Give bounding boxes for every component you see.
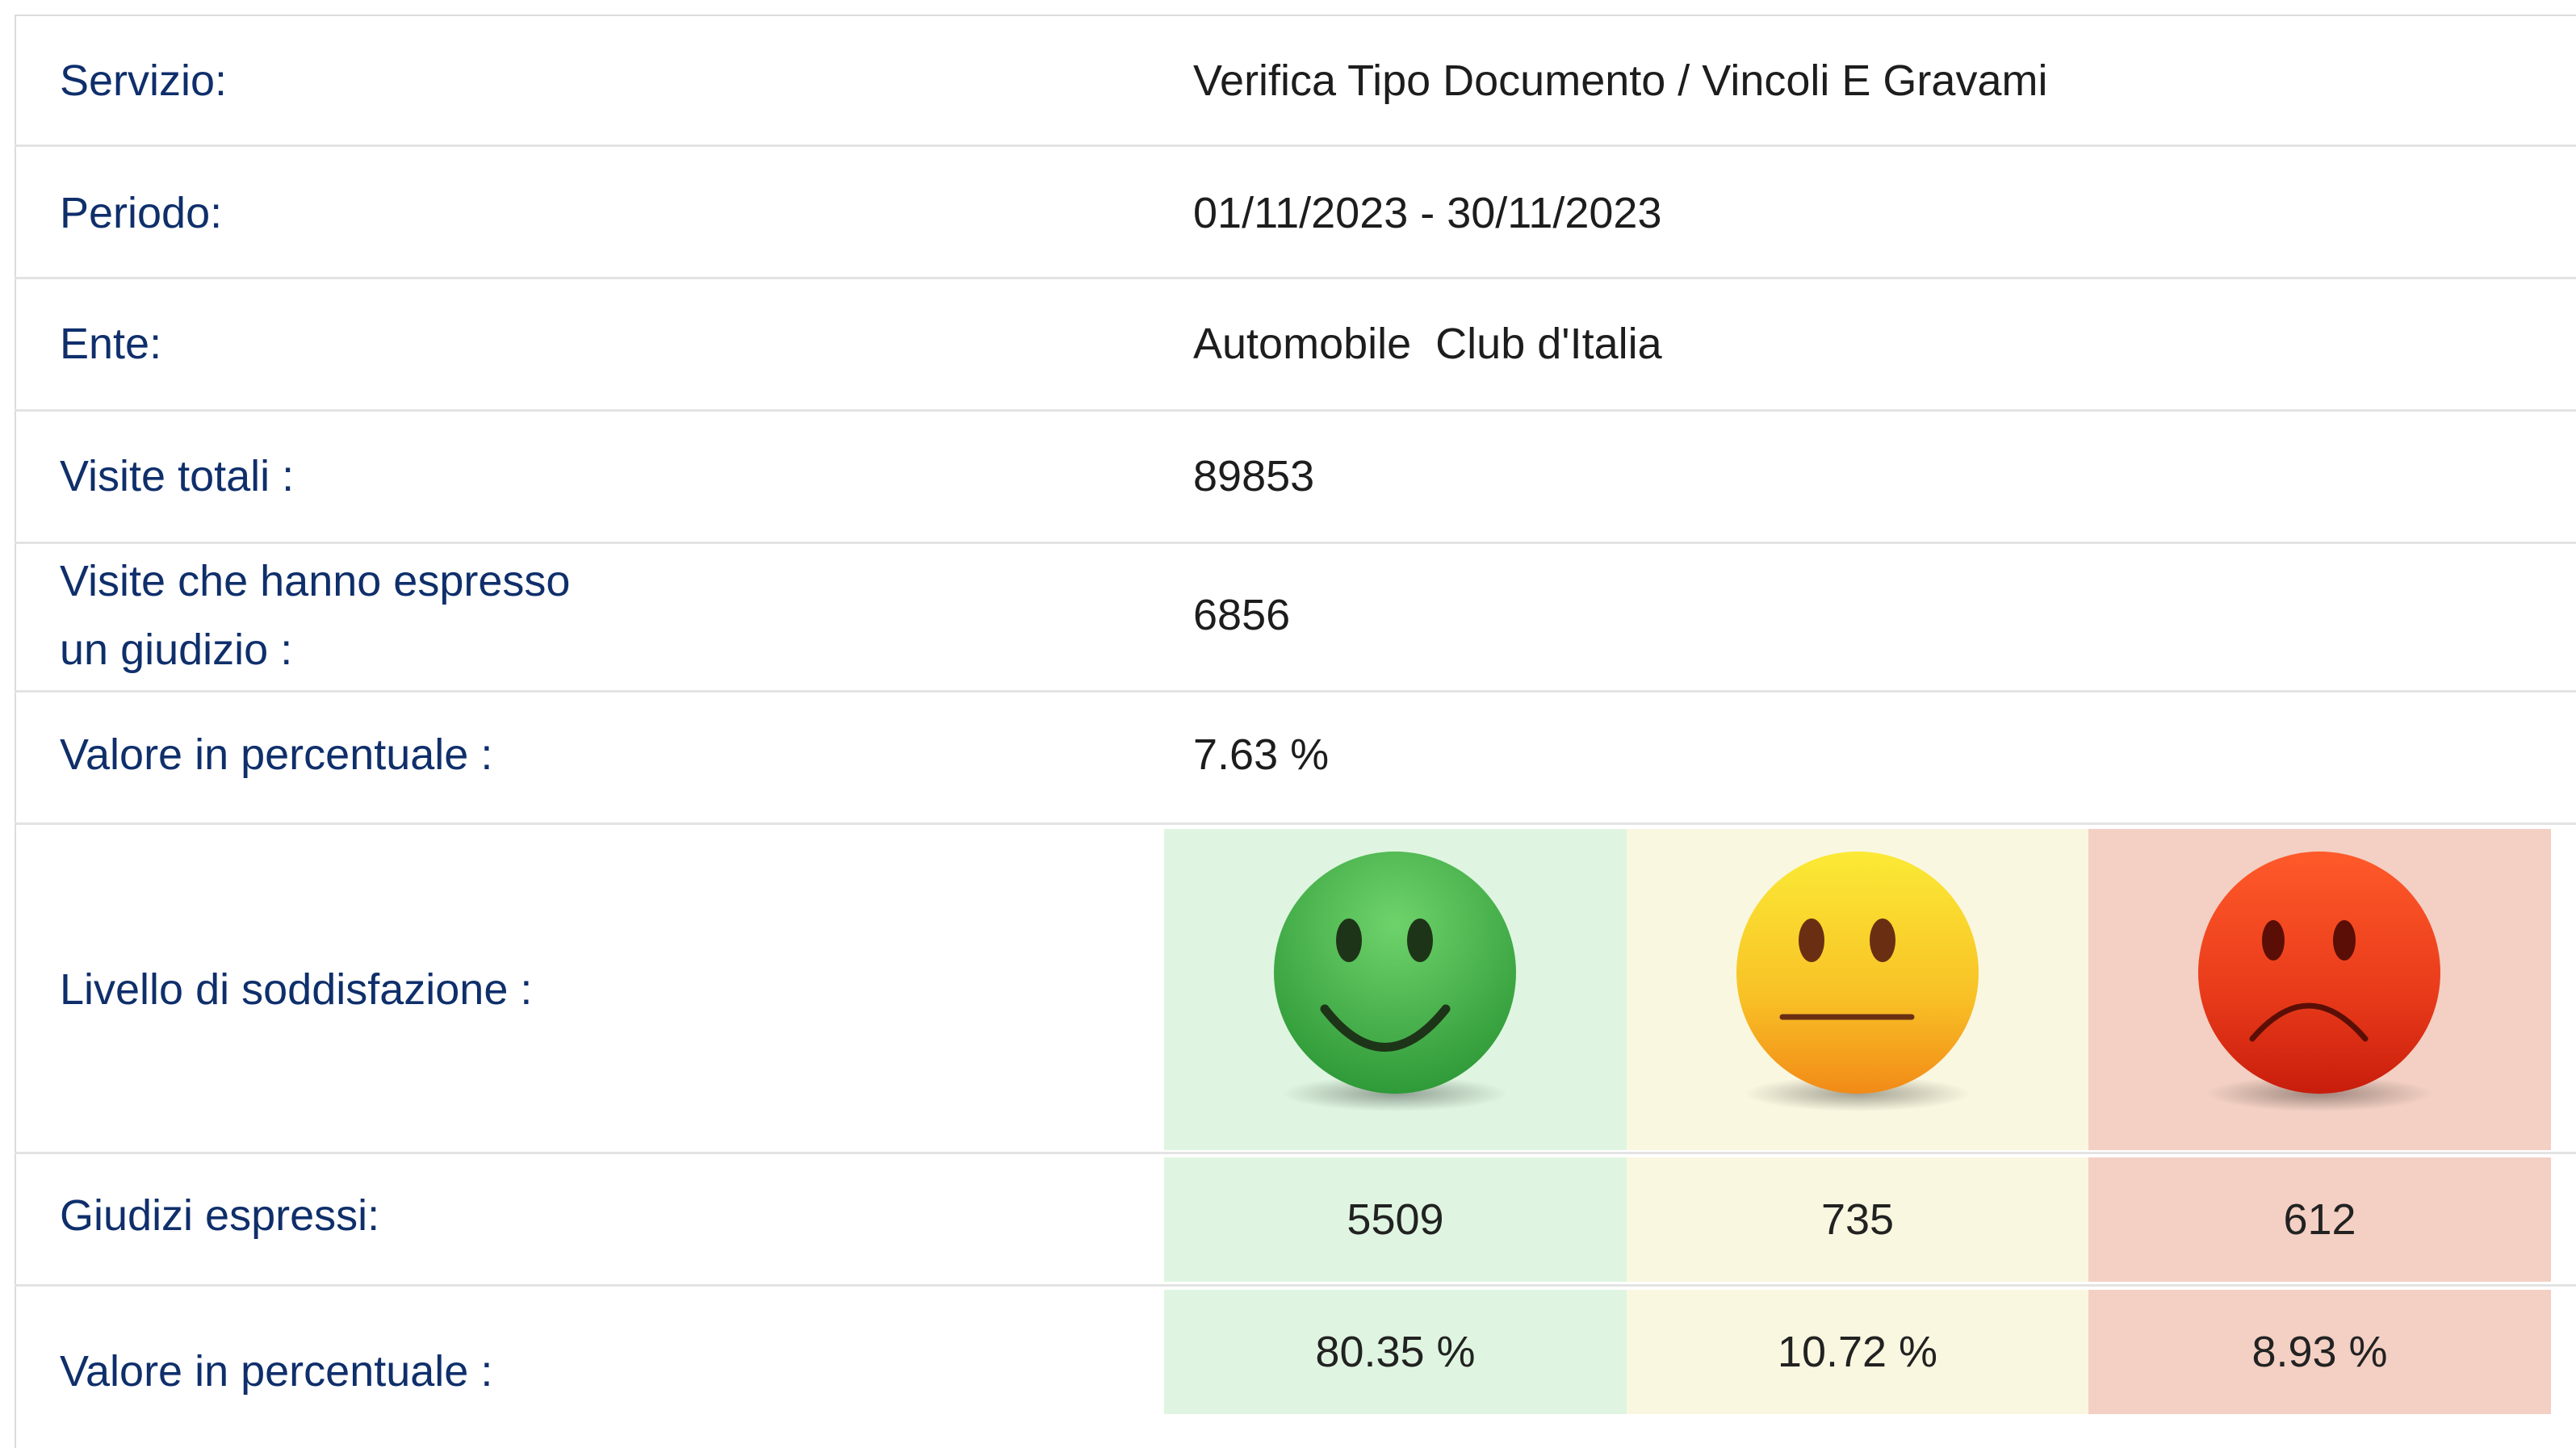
percent-sad: 8.93 % xyxy=(2088,1290,2551,1414)
happy-face-icon xyxy=(1274,852,1516,1111)
soddisfazione-label: Livello di soddisfazione : xyxy=(60,965,533,1014)
row-visite-totali: Visite totali : 89853 xyxy=(15,412,2576,544)
percent-neutral: 10.72 % xyxy=(1627,1290,2088,1414)
ente-label: Ente: xyxy=(60,320,162,368)
rating-cell-sad xyxy=(2088,829,2551,1150)
giudizi-label: Giudizi espressi: xyxy=(60,1191,380,1240)
row-servizio: Servizio: Verifica Tipo Documento / Vinc… xyxy=(15,15,2576,147)
visite-giudizio-value: 6856 xyxy=(1193,591,1291,639)
ente-value: Automobile Club d'Italia xyxy=(1193,320,1662,368)
percentuale-label: Valore in percentuale : xyxy=(60,730,493,779)
rating-cell-neutral xyxy=(1627,829,2088,1150)
rating-cell-happy xyxy=(1164,829,1627,1150)
row-percentuale: Valore in percentuale : 7.63 % xyxy=(15,693,2576,825)
visite-giudizio-label-line1: Visite che hanno espresso xyxy=(60,557,571,605)
sad-face-icon xyxy=(2198,852,2440,1111)
row-periodo: Periodo: 01/11/2023 - 30/11/2023 xyxy=(15,147,2576,279)
visite-totali-value: 89853 xyxy=(1193,452,1315,500)
count-neutral: 735 xyxy=(1627,1157,2088,1282)
percent-happy: 80.35 % xyxy=(1164,1290,1627,1414)
neutral-face-icon xyxy=(1736,852,1979,1111)
row-ente: Ente: Automobile Club d'Italia xyxy=(15,279,2576,412)
percentuale-value: 7.63 % xyxy=(1193,730,1330,779)
percentuale-giudizi-label: Valore in percentuale : xyxy=(60,1347,493,1396)
visite-giudizio-label-line2: un giudizio : xyxy=(60,626,293,674)
row-visite-giudizio: Visite che hanno espresso un giudizio : … xyxy=(15,544,2576,693)
periodo-value: 01/11/2023 - 30/11/2023 xyxy=(1193,189,1662,237)
visite-totali-label: Visite totali : xyxy=(60,452,295,500)
servizio-value: Verifica Tipo Documento / Vincoli E Grav… xyxy=(1193,56,2048,105)
servizio-label: Servizio: xyxy=(60,56,228,105)
count-sad: 612 xyxy=(2088,1157,2551,1282)
count-happy: 5509 xyxy=(1164,1157,1627,1282)
periodo-label: Periodo: xyxy=(60,189,223,237)
